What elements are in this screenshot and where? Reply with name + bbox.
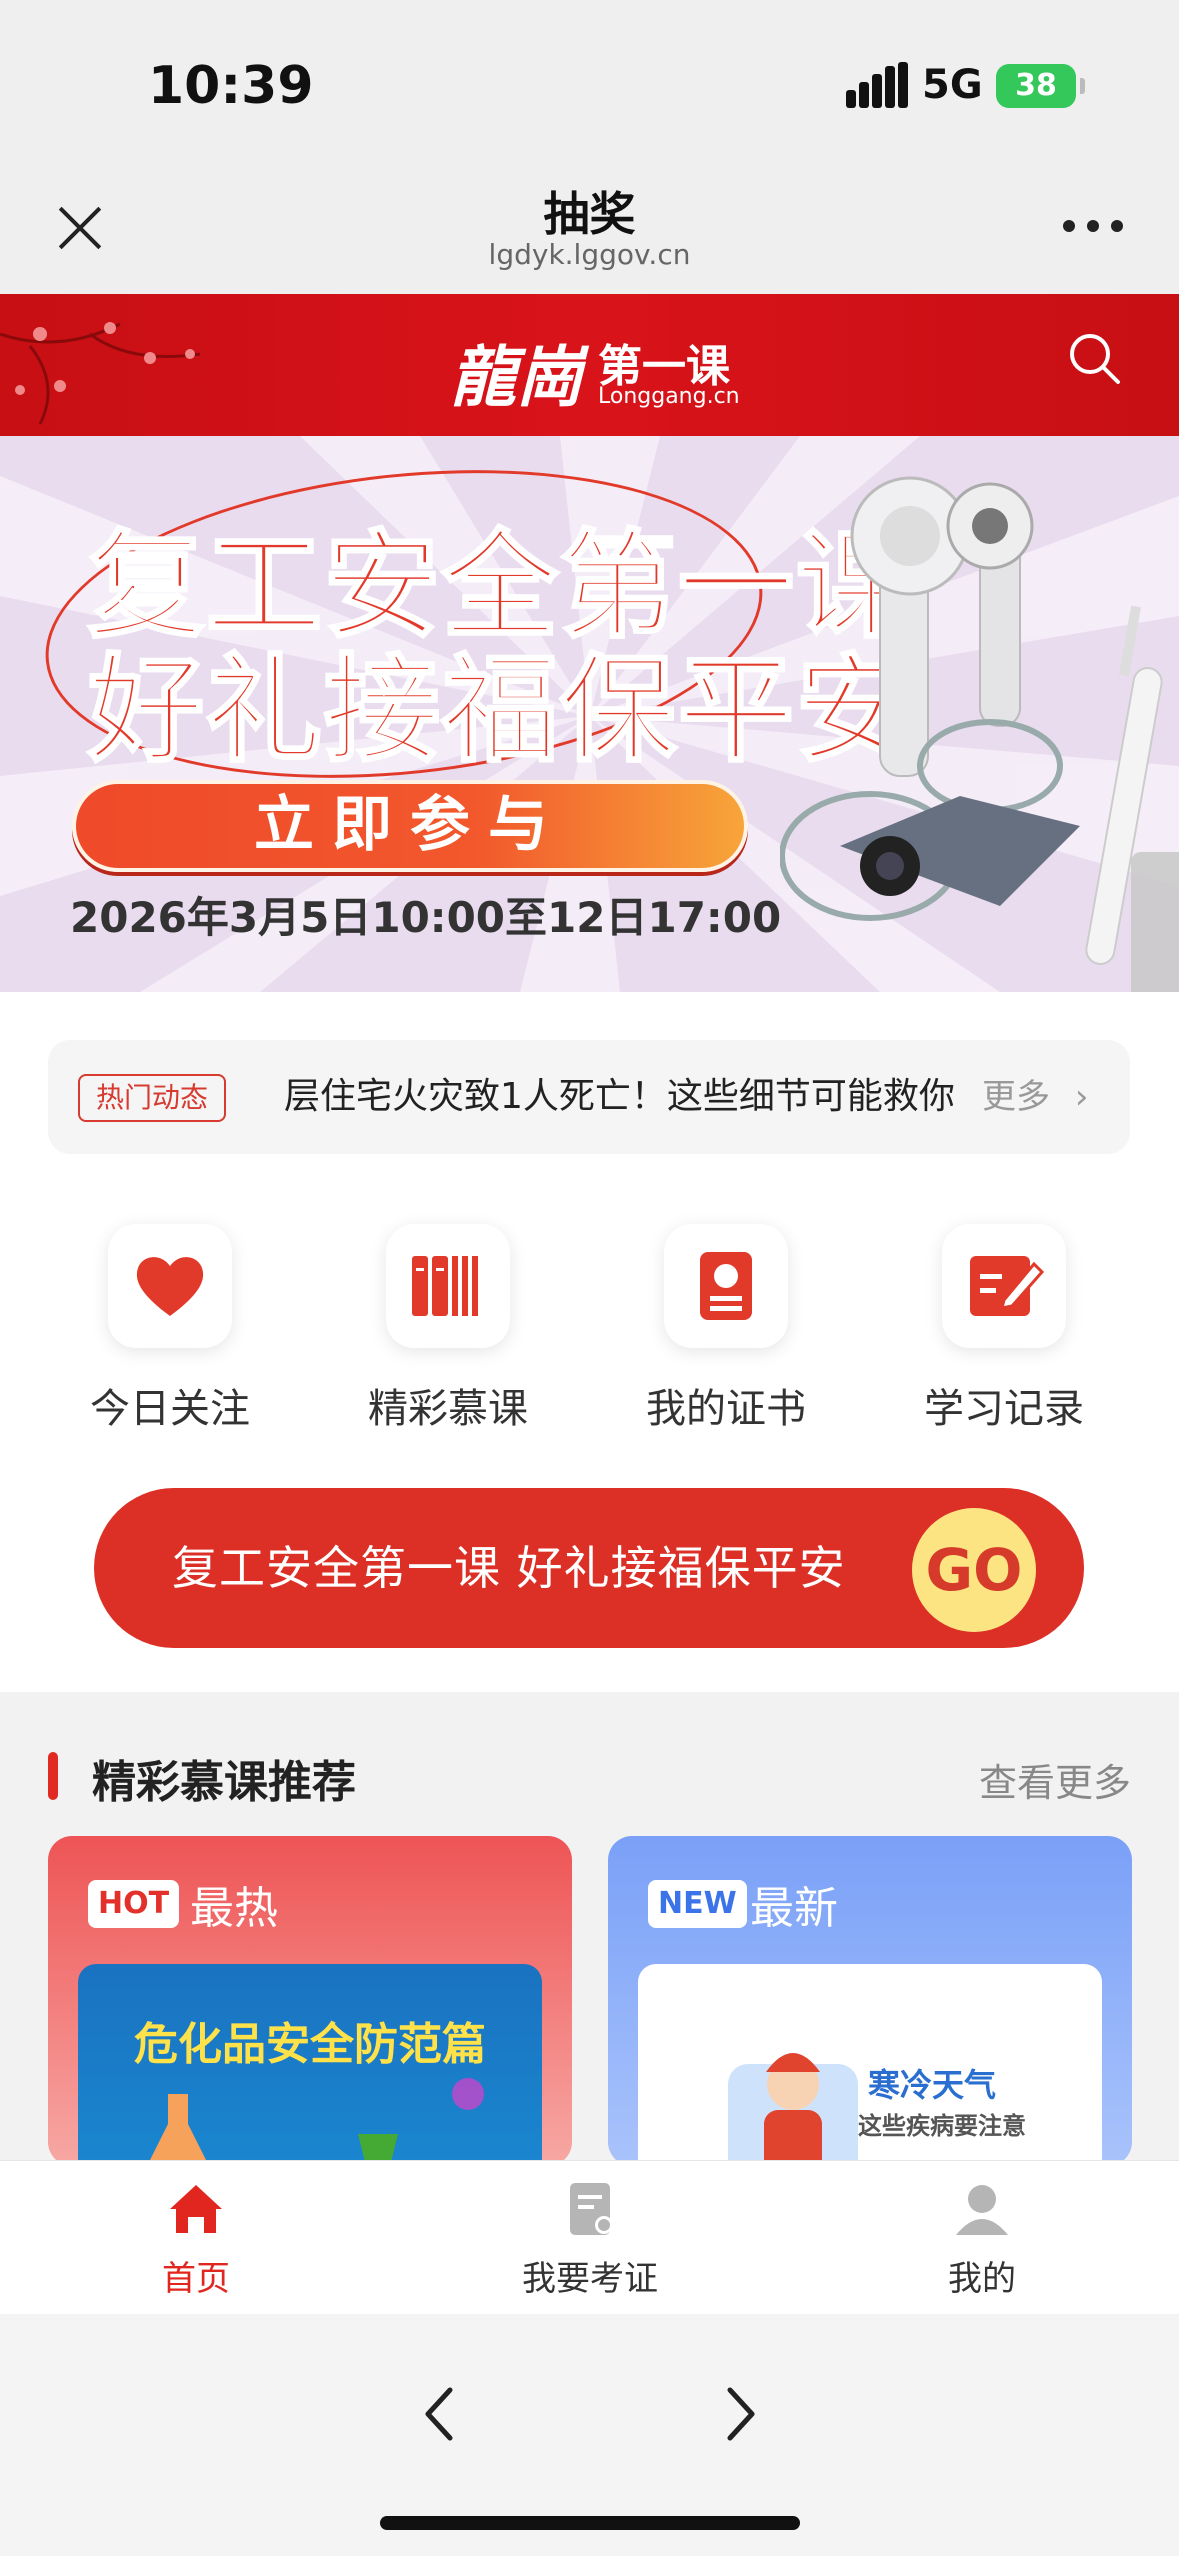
card-label: 最新 [750,1883,838,1934]
thumbnail-subtitle: 这些疾病要注意 [858,2112,1026,2140]
quick-link-label: 学习记录 [924,1386,1084,1432]
prize-products-illustration [780,476,1163,965]
quick-link-label: 精彩慕课 [368,1386,528,1432]
page-url: lgdyk.lggov.cn [488,238,691,271]
chevron-right-icon: › [1074,1077,1089,1117]
network-type: 5G [922,62,983,108]
bottom-tab-bar: 首页 我要考证 我的 [0,2160,1179,2314]
new-badge: NEW [648,1880,747,1928]
more-options-button[interactable] [1063,220,1123,234]
hot-badge: HOT [88,1880,180,1928]
logo-domain: Longgang.cn [598,384,740,409]
ticker-more-label: 更多 [982,1077,1050,1117]
tab-exam[interactable]: 我要考证 [470,2181,710,2300]
quick-link-today-focus[interactable]: 今日关注 [70,1224,270,1434]
quick-link-study-records[interactable]: 学习记录 [904,1224,1104,1434]
view-more-link[interactable]: 查看更多 [979,1752,1131,1807]
logo-calligraphy: 龍崗 [450,338,582,416]
forward-arrow-icon[interactable] [710,2384,770,2444]
tab-home[interactable]: 首页 [76,2181,316,2300]
course-thumbnail[interactable]: 寒冷天气 这些疾病要注意 [638,1964,1102,2166]
page-title: 抽奖 [543,187,636,241]
back-arrow-icon[interactable] [410,2384,470,2444]
tab-label: 首页 [162,2259,230,2299]
home-icon [170,2185,222,2233]
home-indicator[interactable] [380,2516,800,2530]
status-bar: 10:39 5G 38 [0,0,1179,170]
winter-person-illustration [728,2053,858,2166]
quick-link-certificates[interactable]: 我的证书 [626,1224,826,1434]
section-accent-bar [48,1752,58,1800]
status-time: 10:39 [148,56,314,116]
tab-label: 我的 [948,2259,1016,2299]
new-course-card[interactable]: NEW 最新 寒冷天气 这些疾病要注意 [608,1836,1132,2166]
books-icon [386,1224,510,1348]
quick-link-mooc[interactable]: 精彩慕课 [348,1224,548,1434]
promo-text: 复工安全第一课 好礼接福保平安 [172,1541,846,1595]
join-now-button[interactable]: 立即参与 [72,780,748,872]
section-title: 精彩慕课推荐 [92,1757,356,1808]
webview-navbar: 抽奖 lgdyk.lggov.cn [0,170,1179,294]
go-button[interactable]: GO [912,1508,1036,1632]
ticker-headline[interactable]: 层住宅火灾致1人死亡！这些细节可能救你 [284,1070,984,1124]
edit-note-icon [942,1224,1066,1348]
browser-toolbar [0,2314,1179,2556]
heart-icon [108,1224,232,1348]
home-content: 热门动态 层住宅火灾致1人死亡！这些细节可能救你 更多 › 今日关注 精彩慕课 … [0,992,1179,1692]
search-icon[interactable] [1066,330,1122,386]
news-ticker[interactable]: 热门动态 层住宅火灾致1人死亡！这些细节可能救你 更多 › [48,1040,1130,1154]
user-icon [956,2185,1008,2235]
promo-campaign-button[interactable]: 复工安全第一课 好礼接福保平安 GO [94,1488,1084,1648]
thumbnail-title: 危化品安全防范篇 [134,2019,486,2070]
ticker-more-link[interactable]: 更多 › [982,1070,1088,1124]
certificate-icon [664,1224,788,1348]
signal-icon [846,62,908,108]
promo-banner[interactable]: 复工安全第一课 好礼接福保平安 立即参与 2026年3月5日10:00至12日1… [0,436,1179,992]
event-date: 2026年3月5日10:00至12日17:00 [70,893,782,942]
exam-icon [570,2183,613,2235]
hot-course-card[interactable]: HOT 最热 危化品安全防范篇 [48,1836,572,2166]
card-label: 最热 [190,1883,278,1934]
thumbnail-title: 寒冷天气 [868,2066,997,2104]
battery-icon: 38 [996,64,1085,108]
tab-profile[interactable]: 我的 [862,2181,1102,2300]
quick-link-label: 我的证书 [646,1386,806,1432]
quick-link-label: 今日关注 [90,1386,250,1432]
ticker-tag: 热门动态 [78,1074,227,1122]
lab-flask-icon [148,2078,484,2166]
tab-label: 我要考证 [522,2259,658,2299]
course-thumbnail[interactable]: 危化品安全防范篇 [78,1964,542,2166]
plum-blossom-decoration [0,322,201,425]
site-header: 龍崗 第一课 Longgang.cn [0,294,1179,436]
side-drawer-handle[interactable] [1131,852,1179,992]
